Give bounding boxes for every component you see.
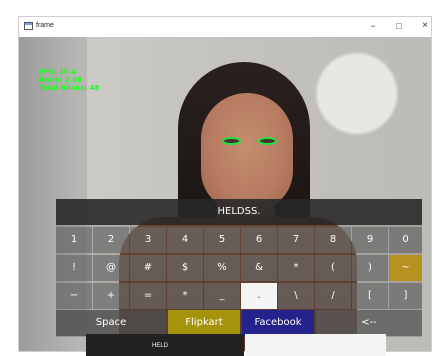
tracking-stats: FPS: 15.4 Ratio: 2.08 Total Blinks: 48: [39, 68, 99, 92]
taskbar-strip-light: [245, 334, 386, 356]
key-2[interactable]: 2: [93, 227, 129, 253]
key-7[interactable]: 7: [278, 227, 314, 253]
space-key[interactable]: Space: [56, 310, 166, 336]
key-hash[interactable]: #: [130, 255, 166, 281]
window-title: frame: [36, 22, 54, 29]
key-slash[interactable]: /: [315, 283, 351, 309]
person-face: [201, 93, 293, 211]
key-underscore[interactable]: _: [204, 283, 240, 309]
close-icon[interactable]: ×: [415, 19, 431, 33]
window-app-icon: [24, 22, 33, 30]
key-right-bracket[interactable]: ]: [389, 283, 422, 309]
key-5[interactable]: 5: [204, 227, 240, 253]
key-asterisk-2[interactable]: *: [167, 283, 203, 309]
virtual-keyboard: HELDSS. 1 2 3 4 5 6 7 8 9 0 ! @ # $ % & …: [56, 199, 422, 337]
key-4[interactable]: 4: [167, 227, 203, 253]
key-left-bracket[interactable]: [: [352, 283, 388, 309]
key-0[interactable]: 0: [389, 227, 422, 253]
key-at[interactable]: @: [93, 255, 129, 281]
key-equals[interactable]: =: [130, 283, 166, 309]
flipkart-key[interactable]: Flipkart: [168, 310, 240, 336]
total-blinks-readout: Total Blinks: 48: [39, 84, 100, 92]
typed-text-display: HELDSS.: [56, 199, 422, 225]
window-titlebar: frame − □ ×: [19, 17, 431, 37]
key-asterisk[interactable]: *: [278, 255, 314, 281]
key-6[interactable]: 6: [241, 227, 277, 253]
backspace-key[interactable]: <--: [316, 310, 422, 336]
maximize-icon[interactable]: □: [389, 19, 409, 33]
keyboard-row-symbols-1: ! @ # $ % & * ( ) ~: [56, 255, 422, 283]
key-3[interactable]: 3: [130, 227, 166, 253]
key-tilde[interactable]: ~: [389, 255, 422, 281]
key-minus[interactable]: −: [56, 283, 92, 309]
key-backslash[interactable]: \: [278, 283, 314, 309]
key-plus[interactable]: +: [93, 283, 129, 309]
key-right-paren[interactable]: ): [352, 255, 388, 281]
key-dollar[interactable]: $: [167, 255, 203, 281]
minimize-icon[interactable]: −: [363, 19, 383, 33]
frame-window: frame − □ × FPS: 15.4 Ratio: 2.08 Total …: [18, 16, 432, 352]
ratio-readout: Ratio: 2.08: [39, 76, 83, 84]
facebook-key[interactable]: Facebook: [242, 310, 314, 336]
key-percent[interactable]: %: [204, 255, 240, 281]
key-9[interactable]: 9: [352, 227, 388, 253]
keyboard-row-symbols-2: − + = * _ . \ / [ ]: [56, 283, 422, 311]
right-eye-tracking-outline: [258, 137, 277, 145]
key-1[interactable]: 1: [56, 227, 92, 253]
fps-readout: FPS: 15.4: [39, 68, 77, 76]
key-8[interactable]: 8: [315, 227, 351, 253]
taskbar-label: HELD: [152, 343, 169, 349]
key-ampersand[interactable]: &: [241, 255, 277, 281]
key-left-paren[interactable]: (: [315, 255, 351, 281]
key-period[interactable]: .: [241, 283, 277, 309]
keyboard-row-numbers: 1 2 3 4 5 6 7 8 9 0: [56, 227, 422, 255]
left-eye-tracking-outline: [222, 137, 241, 145]
key-exclamation[interactable]: !: [56, 255, 92, 281]
